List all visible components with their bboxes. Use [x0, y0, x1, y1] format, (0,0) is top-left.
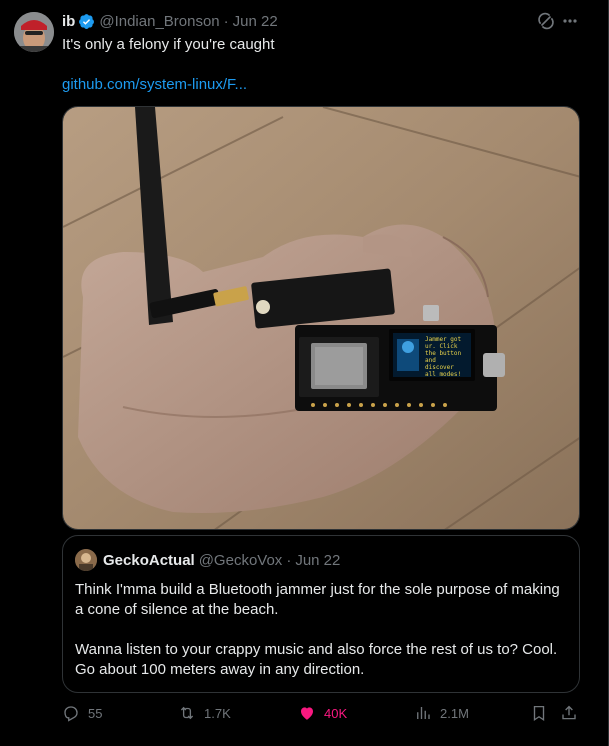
quoted-author-name: GeckoActual — [103, 552, 195, 569]
repost-icon — [180, 706, 194, 720]
tweet-header: ib @Indian_Bronson · Jun 22 — [62, 13, 278, 30]
tweet-text: It's only a felony if you're caught — [62, 36, 275, 53]
quoted-text: Think I'mma build a Bluetooth jammer jus… — [75, 580, 565, 700]
like-icon — [301, 707, 313, 720]
separator-dot: · — [223, 13, 229, 30]
tweet-link[interactable]: github.com/system-linux/F... — [62, 76, 247, 93]
quoted-paragraph: Think I'mma build a Bluetooth jammer jus… — [75, 581, 560, 618]
reply-count: 55 — [88, 705, 103, 721]
views-button[interactable]: 2.1M — [414, 704, 469, 722]
quoted-author-handle: @GeckoVox — [198, 552, 283, 569]
oled-line: discover — [425, 364, 454, 371]
bookmark-button[interactable] — [530, 704, 556, 722]
oled-line: and — [425, 357, 436, 364]
reply-icon — [64, 706, 78, 722]
quoted-author-avatar[interactable] — [75, 549, 97, 571]
tweet-date[interactable]: Jun 22 — [233, 13, 278, 30]
author-handle[interactable]: @Indian_Bronson — [99, 13, 219, 30]
oled-line: the button — [425, 350, 462, 357]
repost-count: 1.7K — [204, 705, 231, 721]
author-avatar[interactable] — [14, 12, 54, 52]
views-icon — [417, 707, 430, 719]
like-button[interactable]: 40K — [298, 704, 347, 722]
oled-line: Jammer got — [425, 336, 462, 343]
like-count: 40K — [324, 705, 348, 721]
tweet-photo[interactable]: Jammer got ur. Click the button and disc… — [62, 106, 580, 530]
quoted-header: GeckoActual @GeckoVox · Jun 22 — [103, 552, 340, 569]
author-name[interactable]: ib — [62, 13, 75, 30]
verified-badge-icon — [79, 14, 95, 29]
action-bar: 55 1.7K 40K 2.1M — [62, 704, 580, 726]
reply-button[interactable]: 55 — [62, 704, 102, 722]
share-button[interactable] — [560, 704, 586, 722]
quoted-tweet[interactable]: GeckoActual @GeckoVox · Jun 22 Think I'm… — [62, 535, 580, 693]
quoted-date: Jun 22 — [295, 552, 341, 569]
oled-line: ur. Click — [425, 343, 458, 350]
share-icon — [562, 705, 576, 720]
oled-line: all modes! — [425, 371, 461, 378]
repost-button[interactable]: 1.7K — [178, 704, 231, 722]
bookmark-icon — [533, 705, 545, 722]
quoted-paragraph: Wanna listen to your crappy music and al… — [75, 641, 558, 678]
grok-icon[interactable] — [537, 12, 555, 30]
more-icon[interactable] — [562, 13, 578, 29]
views-count: 2.1M — [440, 705, 469, 721]
separator-dot: · — [286, 552, 292, 569]
